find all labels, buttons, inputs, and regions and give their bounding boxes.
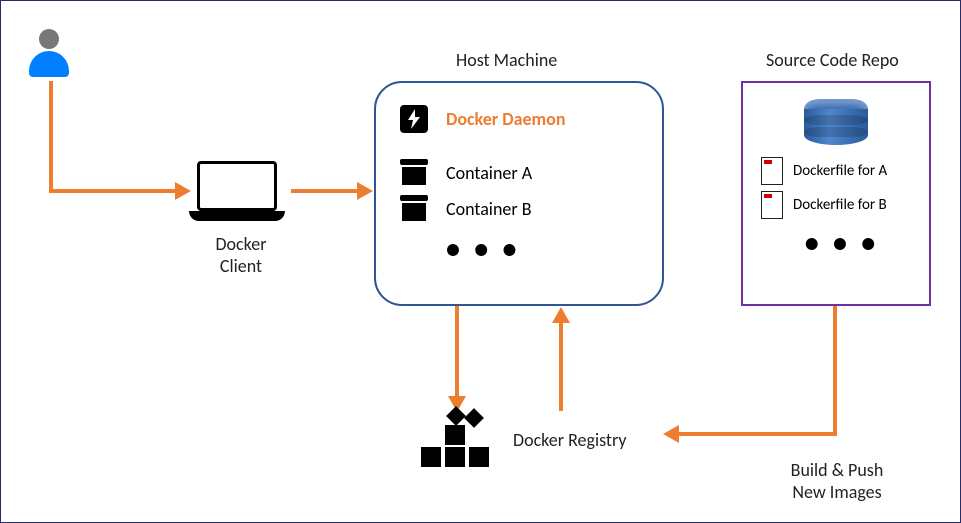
- diagram-frame: Docker Client Host Machine Docker Daemon…: [0, 0, 961, 523]
- repo-ellipsis: • • •: [763, 225, 921, 260]
- host-ellipsis-row: • • •: [394, 231, 644, 266]
- database-icon: [804, 99, 868, 145]
- host-ellipsis: • • •: [446, 231, 521, 266]
- arrow-head-registry-up: [552, 307, 570, 323]
- arrow-head-to-host: [357, 182, 373, 200]
- container-b-row: Container B: [394, 195, 644, 223]
- arrow-segment-user-down: [49, 81, 53, 193]
- repo-file-a-row: Dockerfile for A: [761, 157, 911, 185]
- repo-file-a-label: Dockerfile for A: [793, 162, 887, 180]
- client-label-line2: Client: [191, 255, 291, 277]
- arrow-repo-down: [833, 306, 837, 436]
- registry-label: Docker Registry: [513, 429, 626, 451]
- repo-file-b-row: Dockerfile for B: [761, 191, 911, 219]
- client-label-line1: Docker: [191, 233, 291, 255]
- daemon-icon: [400, 105, 428, 133]
- container-b-icon: [400, 195, 428, 223]
- arrow-repo-left: [679, 432, 837, 436]
- user-icon: [29, 29, 69, 77]
- host-daemon-row: Docker Daemon: [394, 105, 644, 133]
- daemon-label: Docker Daemon: [446, 108, 566, 130]
- build-push-label: Build & Push New Images: [757, 459, 917, 503]
- arrow-segment-user-right: [49, 189, 175, 193]
- container-a-icon: [400, 159, 428, 187]
- client-label: Docker Client: [191, 233, 291, 277]
- repo-file-b-label: Dockerfile for B: [793, 196, 887, 214]
- container-a-row: Container A: [394, 159, 644, 187]
- build-push-line1: Build & Push: [757, 459, 917, 481]
- arrow-client-to-host: [291, 189, 357, 193]
- laptop-icon: [197, 161, 285, 221]
- host-box: Docker Daemon Container A Container B • …: [374, 81, 664, 306]
- arrow-head-to-registry: [663, 425, 679, 443]
- container-b-label: Container B: [446, 198, 532, 220]
- file-a-icon: [761, 157, 783, 185]
- arrow-host-to-registry: [455, 306, 459, 396]
- repo-title: Source Code Repo: [766, 49, 899, 71]
- container-a-label: Container A: [446, 162, 532, 184]
- arrow-registry-to-host: [559, 321, 563, 411]
- registry-icon: [421, 409, 491, 469]
- host-title: Host Machine: [456, 49, 557, 71]
- build-push-line2: New Images: [757, 481, 917, 503]
- arrow-head-to-client: [175, 182, 191, 200]
- repo-box: Dockerfile for A Dockerfile for B • • •: [741, 81, 931, 306]
- file-b-icon: [761, 191, 783, 219]
